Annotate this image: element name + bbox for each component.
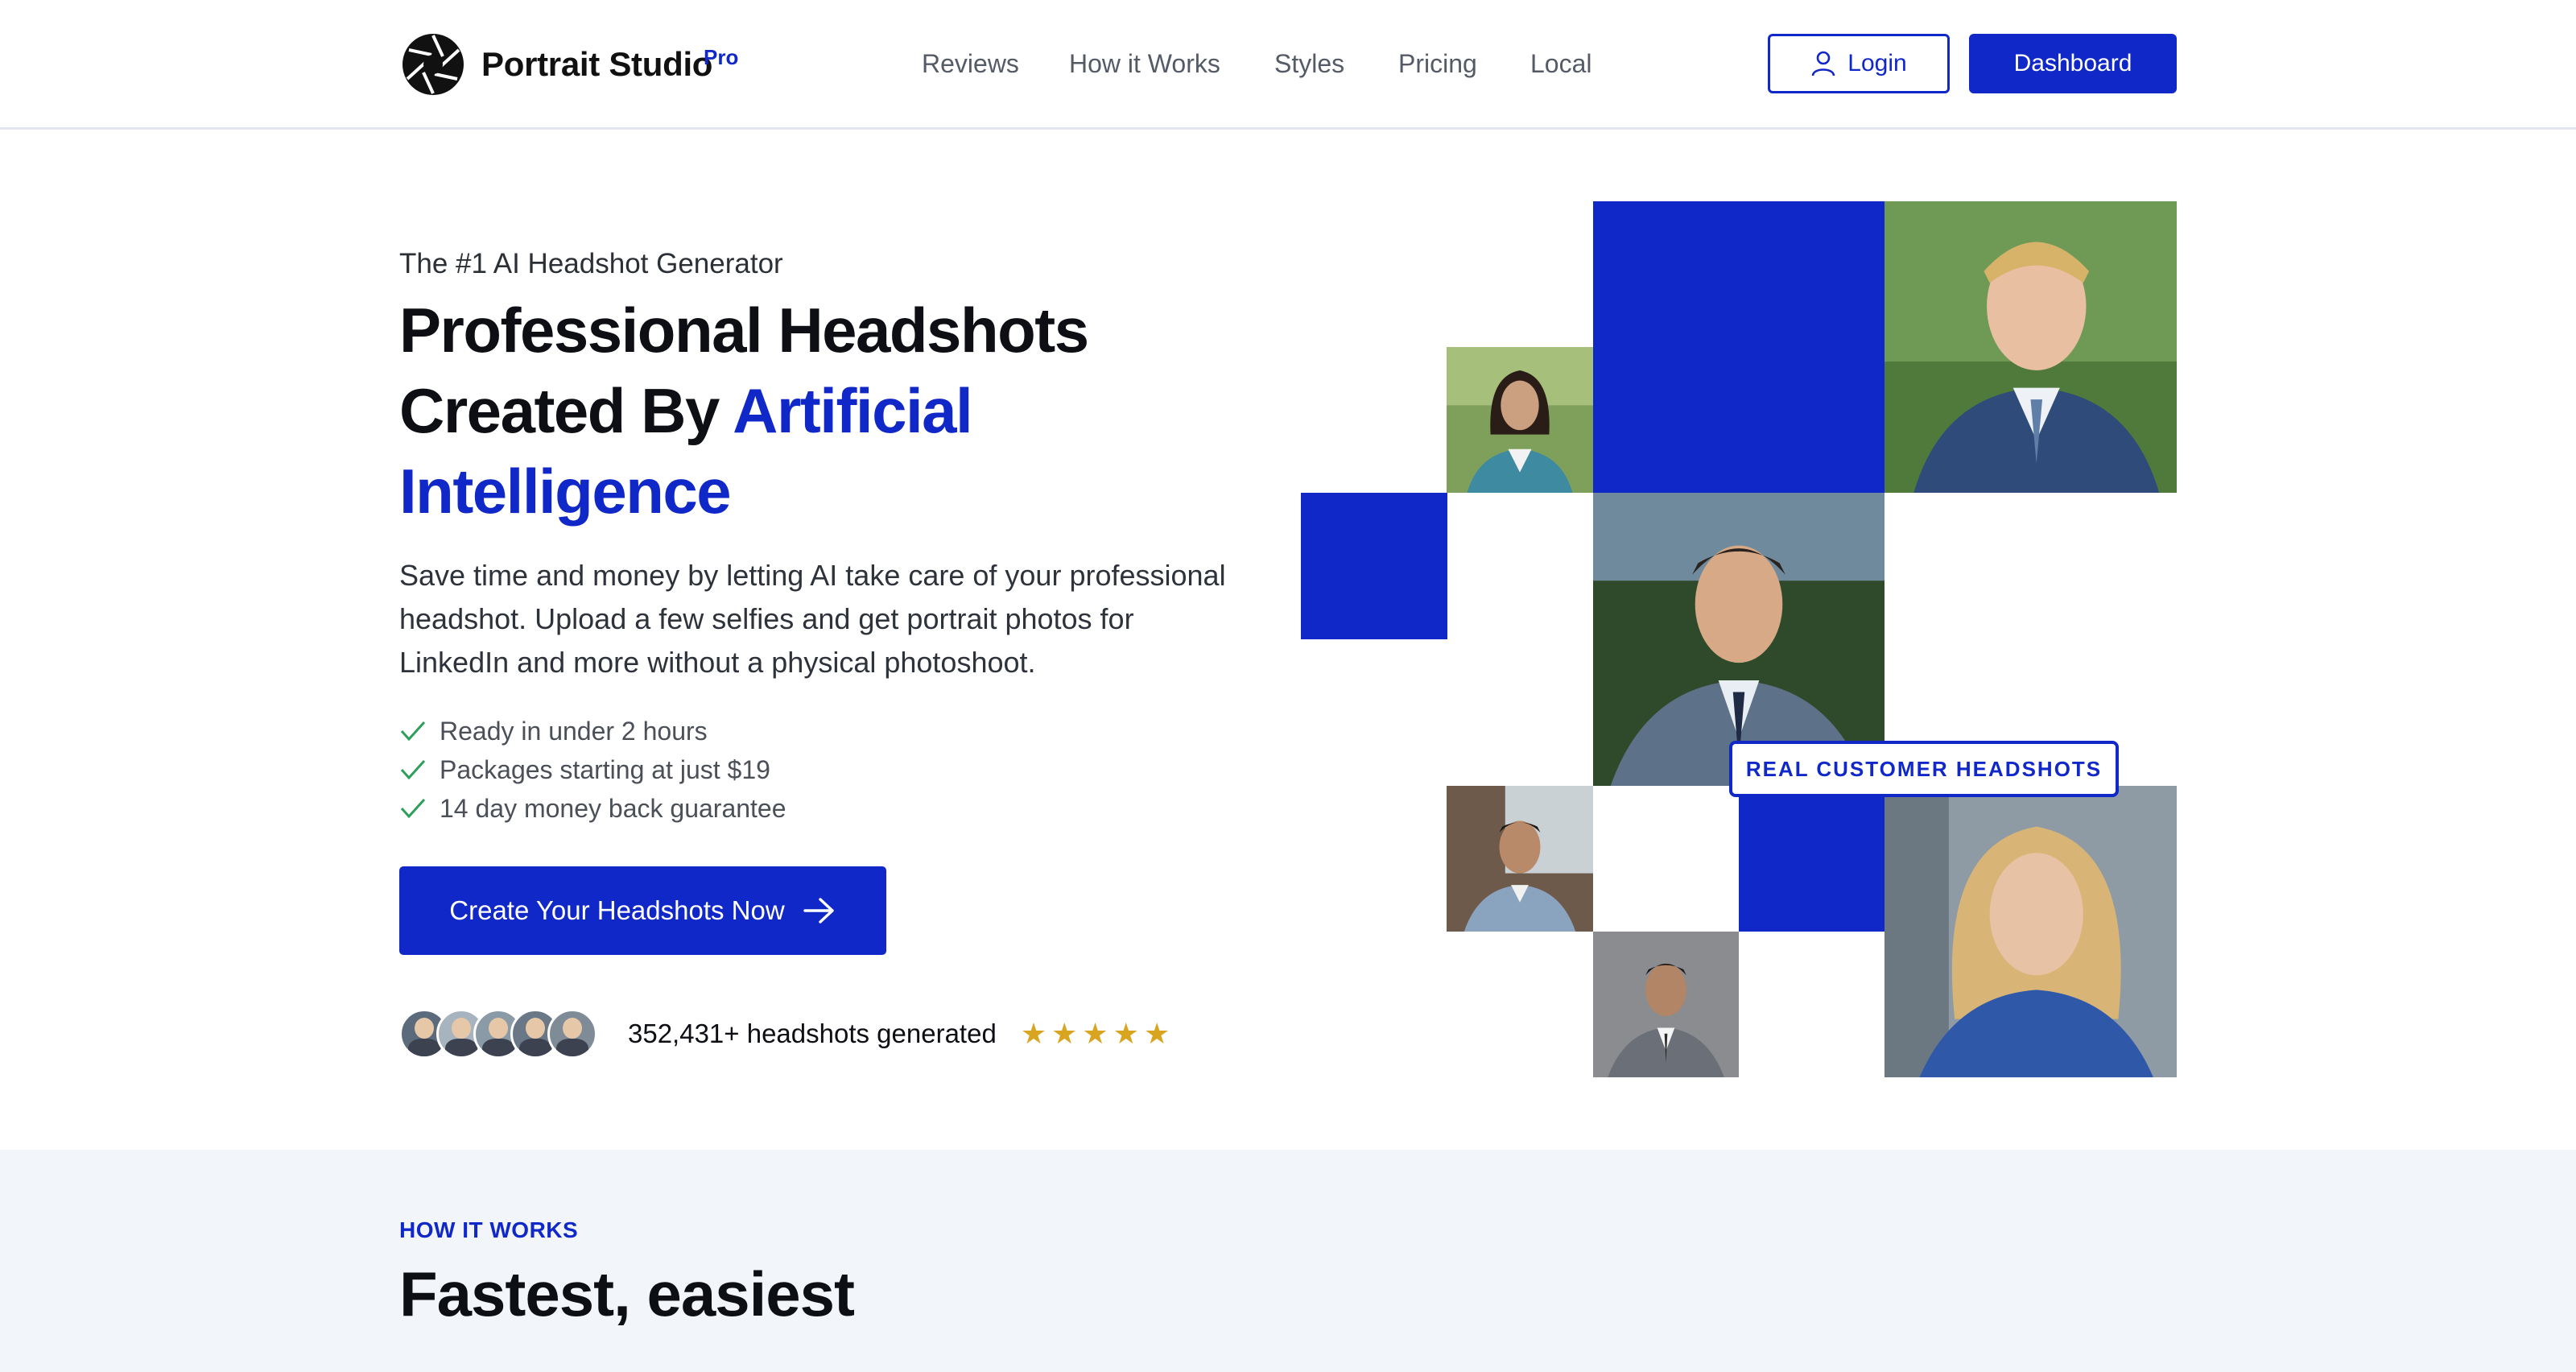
collage-blue-block [1301,493,1447,639]
rating-stars: ★ ★ ★ ★ ★ [1021,1017,1174,1051]
star-icon: ★ [1113,1017,1139,1050]
hero-eyebrow: The #1 AI Headshot Generator [399,248,783,279]
user-icon [1811,51,1835,76]
brand-logo[interactable]: Portrait Studio Pro [401,32,738,97]
check-icon [400,721,426,742]
nav-local-label: Local [1530,48,1592,78]
cta-label: Create Your Headshots Now [449,895,785,925]
nav-pricing[interactable]: Pricing [1398,0,1477,127]
hero-description: Save time and money by letting AI take c… [399,559,1226,679]
star-icon: ★ [1143,1017,1170,1050]
nav-how-it-works[interactable]: How it Works [1069,0,1220,127]
hero-title-line1: Professional Headshots [399,295,1089,366]
check-icon [400,798,426,819]
aperture-icon [402,34,464,95]
star-icon: ★ [1082,1017,1108,1050]
nav-pricing-label: Pricing [1398,48,1477,78]
headshot-photo-man-grey [1593,932,1739,1077]
brand-pro-badge: Pro [704,45,739,69]
customer-avatars [399,1009,597,1059]
star-icon: ★ [1051,1017,1078,1050]
create-headshots-button[interactable]: Create Your Headshots Now [399,866,886,955]
headshot-photo-man-blond [1885,201,2177,493]
brand-name: Portrait Studio [481,45,713,83]
social-proof: 352,431+ headshots generated ★ ★ ★ ★ ★ [399,1009,1174,1059]
arrow-right-icon [803,898,834,924]
check-icon [400,759,426,780]
real-customer-badge: REAL CUSTOMER HEADSHOTS [1729,741,2119,797]
site-header: Portrait Studio Pro Reviews How it Works… [0,0,2576,130]
headshot-photo-woman-blonde [1885,786,2177,1077]
feature-text: Packages starting at just $19 [440,754,770,784]
headshot-photo-man-smiling [1447,786,1593,932]
nav-styles-label: Styles [1274,48,1345,78]
nav-local[interactable]: Local [1530,0,1592,127]
login-button[interactable]: Login [1768,34,1950,93]
feature-text: 14 day money back guarantee [440,793,786,823]
feature-item: 14 day money back guarantee [399,789,786,828]
feature-item: Packages starting at just $19 [399,750,786,789]
how-it-works-eyebrow: HOW IT WORKS [399,1217,579,1242]
headshot-count: 352,431+ headshots generated [628,1019,997,1048]
collage-blue-block [1593,201,1885,493]
feature-text: Ready in under 2 hours [440,716,708,746]
feature-item: Ready in under 2 hours [399,712,786,750]
nav-how-it-works-label: How it Works [1069,48,1220,78]
nav-reviews-label: Reviews [922,48,1019,78]
nav-reviews[interactable]: Reviews [922,0,1019,127]
avatar [547,1009,597,1059]
headshot-photo-woman-dark [1447,347,1593,493]
star-icon: ★ [1020,1017,1047,1050]
how-it-works-title: Fastest, easiest [399,1258,855,1329]
hero-title: Professional Headshots Created By Artifi… [399,290,1204,531]
how-it-works-section: HOW IT WORKS Fastest, easiest [0,1150,2576,1372]
feature-list: Ready in under 2 hours Packages starting… [399,712,786,828]
login-label: Login [1847,50,1907,76]
collage-blue-block [1739,786,1885,932]
dashboard-label: Dashboard [2013,50,2132,76]
hero-title-line2: Created By [399,375,733,446]
dashboard-button[interactable]: Dashboard [1969,34,2177,93]
nav-styles[interactable]: Styles [1274,0,1344,127]
